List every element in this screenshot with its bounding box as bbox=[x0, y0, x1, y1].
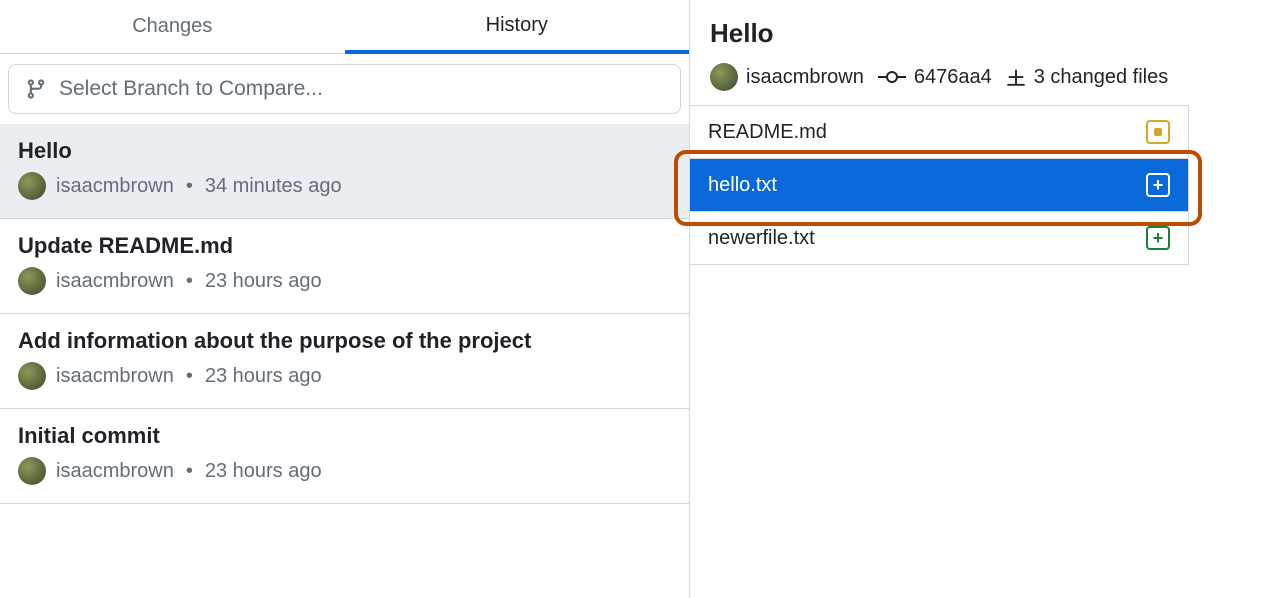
file-row[interactable]: hello.txt + bbox=[690, 159, 1188, 212]
changed-files-group: 3 changed files bbox=[1006, 66, 1169, 89]
commit-list: Hello isaacmbrown • 34 minutes ago Updat… bbox=[0, 124, 689, 598]
tab-history-label: History bbox=[486, 14, 548, 37]
commit-author: isaacmbrown bbox=[56, 460, 174, 483]
detail-changed-files: 3 changed files bbox=[1034, 66, 1169, 89]
avatar bbox=[18, 267, 46, 295]
tab-history[interactable]: History bbox=[345, 0, 690, 54]
commit-item[interactable]: Update README.md isaacmbrown • 23 hours … bbox=[0, 219, 689, 314]
commit-author: isaacmbrown bbox=[56, 175, 174, 198]
detail-sha: 6476aa4 bbox=[914, 66, 992, 89]
diff-stat-icon bbox=[1006, 67, 1026, 87]
author-group: isaacmbrown bbox=[710, 63, 864, 91]
tab-changes[interactable]: Changes bbox=[0, 0, 345, 54]
commit-meta: isaacmbrown • 34 minutes ago bbox=[18, 172, 671, 200]
commit-time: 23 hours ago bbox=[205, 460, 322, 483]
tab-changes-label: Changes bbox=[132, 15, 212, 38]
avatar bbox=[710, 63, 738, 91]
commit-title: Hello bbox=[18, 138, 671, 164]
commit-meta: isaacmbrown • 23 hours ago bbox=[18, 457, 671, 485]
git-branch-icon bbox=[25, 78, 47, 100]
commit-title: Update README.md bbox=[18, 233, 671, 259]
avatar bbox=[18, 457, 46, 485]
commit-author: isaacmbrown bbox=[56, 365, 174, 388]
file-list-inner: README.md hello.txt + newerfile.txt + bbox=[690, 106, 1188, 265]
app-root: Changes History Select Branch to Compare… bbox=[0, 0, 1272, 598]
detail-author: isaacmbrown bbox=[746, 66, 864, 89]
commit-meta: isaacmbrown • 23 hours ago bbox=[18, 362, 671, 390]
avatar bbox=[18, 362, 46, 390]
separator-dot: • bbox=[186, 175, 193, 198]
commit-item[interactable]: Add information about the purpose of the… bbox=[0, 314, 689, 409]
commit-detail-meta: isaacmbrown 6476aa4 bbox=[710, 63, 1252, 91]
file-list: README.md hello.txt + newerfile.txt + bbox=[690, 105, 1189, 265]
file-row[interactable]: newerfile.txt + bbox=[690, 212, 1188, 265]
file-name: hello.txt bbox=[708, 174, 777, 197]
right-pane: Hello isaacmbrown 6476aa4 bbox=[690, 0, 1272, 598]
commit-meta: isaacmbrown • 23 hours ago bbox=[18, 267, 671, 295]
avatar bbox=[18, 172, 46, 200]
separator-dot: • bbox=[186, 270, 193, 293]
commit-title: Add information about the purpose of the… bbox=[18, 328, 671, 354]
file-name: README.md bbox=[708, 121, 827, 144]
branch-selector-placeholder: Select Branch to Compare... bbox=[59, 77, 323, 101]
commit-time: 34 minutes ago bbox=[205, 175, 342, 198]
diff-added-icon: + bbox=[1146, 226, 1170, 250]
commit-time: 23 hours ago bbox=[205, 270, 322, 293]
separator-dot: • bbox=[186, 460, 193, 483]
diff-added-icon: + bbox=[1146, 173, 1170, 197]
commit-detail-header: Hello isaacmbrown 6476aa4 bbox=[690, 0, 1272, 105]
branch-compare-selector[interactable]: Select Branch to Compare... bbox=[8, 64, 681, 114]
commit-author: isaacmbrown bbox=[56, 270, 174, 293]
commit-item[interactable]: Hello isaacmbrown • 34 minutes ago bbox=[0, 124, 689, 219]
file-name: newerfile.txt bbox=[708, 227, 815, 250]
tabs: Changes History bbox=[0, 0, 689, 54]
commit-item[interactable]: Initial commit isaacmbrown • 23 hours ag… bbox=[0, 409, 689, 504]
diff-modified-icon bbox=[1146, 120, 1170, 144]
commit-node-icon bbox=[878, 69, 906, 85]
file-row[interactable]: README.md bbox=[690, 106, 1188, 159]
commit-time: 23 hours ago bbox=[205, 365, 322, 388]
left-pane: Changes History Select Branch to Compare… bbox=[0, 0, 690, 598]
sha-group: 6476aa4 bbox=[878, 66, 992, 89]
commit-title: Initial commit bbox=[18, 423, 671, 449]
separator-dot: • bbox=[186, 365, 193, 388]
commit-detail-title: Hello bbox=[710, 18, 1252, 49]
